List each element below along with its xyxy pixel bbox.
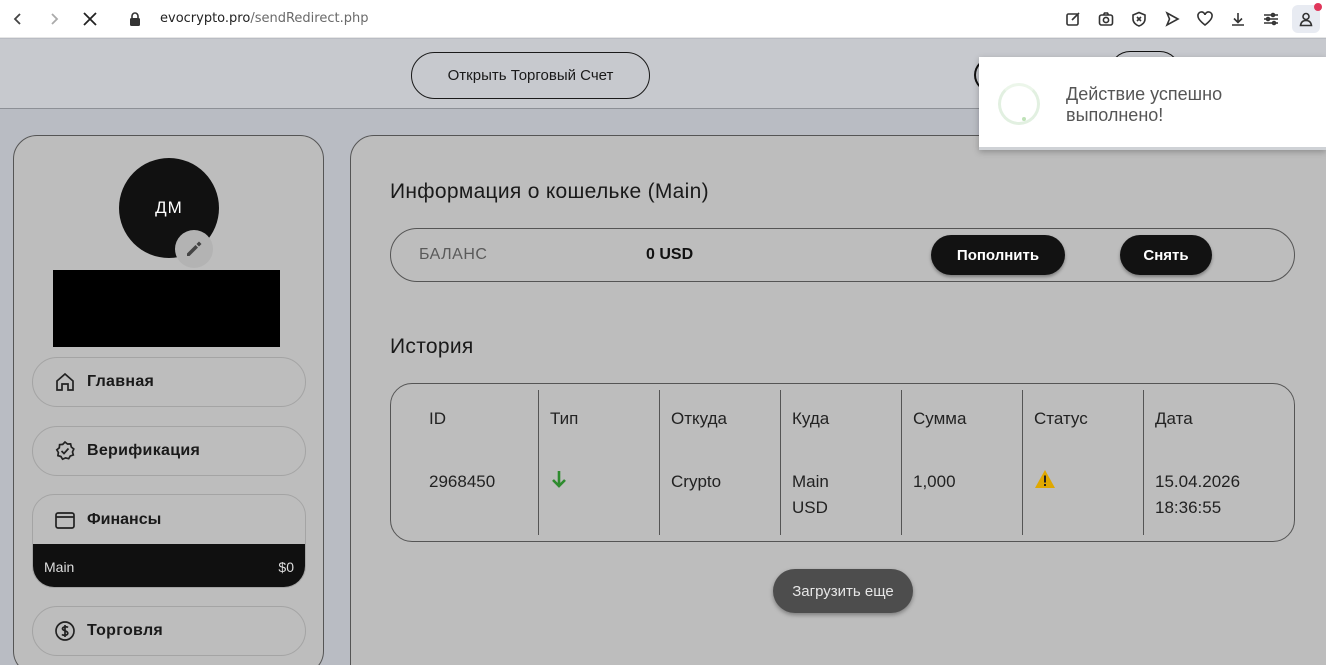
adblock-button[interactable]	[1122, 1, 1155, 37]
browser-tools	[1056, 0, 1326, 38]
sidebar-item-home[interactable]: Главная	[32, 357, 306, 407]
wallet-name: Main	[44, 558, 75, 575]
column-to: Куда Main USD	[781, 390, 902, 535]
back-button[interactable]	[0, 1, 36, 37]
screenshot-button[interactable]	[1089, 1, 1122, 37]
sidebar-item-label: Торговля	[87, 622, 164, 639]
cell-date-line2: 18:36:55	[1155, 498, 1222, 517]
column-header: Куда	[792, 409, 830, 428]
wallet-title: Информация о кошельке (Main)	[390, 180, 709, 203]
toast-line2: выполнено!	[1066, 105, 1164, 125]
user-icon	[1299, 12, 1313, 27]
warning-icon	[1034, 469, 1056, 497]
load-more-button[interactable]: Загрузить еще	[773, 569, 913, 613]
sidebar-item-label: Главная	[87, 373, 155, 390]
stop-loading-button[interactable]	[72, 1, 108, 37]
column-amount: Сумма 1,000	[902, 390, 1023, 535]
finance-header[interactable]: Финансы	[33, 495, 305, 544]
toast-line1: Действие успешно	[1066, 84, 1223, 104]
sidebar-item-finance[interactable]: Финансы Main $0	[32, 494, 306, 588]
sidebar-item-label: Верификация	[87, 442, 201, 459]
finance-wallet-main[interactable]: Main $0	[33, 544, 305, 587]
wallet-amount: $0	[278, 558, 294, 575]
history-title: История	[390, 335, 474, 358]
column-date: Дата 15.04.2026 18:36:55	[1144, 390, 1294, 535]
play-icon	[1164, 11, 1180, 27]
balance-bar: БАЛАНС 0 USD Пополнить Снять	[390, 228, 1295, 282]
cell-id: 2968450	[429, 472, 496, 491]
lock-icon	[130, 11, 140, 26]
address-bar[interactable]: evocrypto.pro/sendRedirect.php	[128, 4, 1008, 34]
spinner-icon	[998, 83, 1040, 125]
column-header: ID	[429, 409, 446, 428]
verified-badge-icon	[53, 439, 77, 463]
chevron-right-icon	[51, 12, 59, 25]
success-toast[interactable]: Действие успешно выполнено!	[979, 57, 1326, 150]
cell-from: Crypto	[671, 472, 722, 491]
column-header: Дата	[1155, 409, 1193, 428]
downloads-button[interactable]	[1221, 1, 1254, 37]
url-host: evocrypto.pro	[160, 11, 251, 26]
open-trading-account-button[interactable]: Открыть Торговый Счет	[411, 52, 650, 99]
settings-button[interactable]	[1254, 1, 1287, 37]
chevron-left-icon	[13, 12, 21, 25]
download-icon	[1231, 13, 1244, 26]
column-header: Сумма	[913, 409, 967, 428]
column-status: Статус	[1023, 390, 1144, 535]
arrow-down-icon	[550, 469, 568, 497]
balance-value: 0 USD	[646, 246, 694, 263]
cell-amount: 1,000	[913, 472, 956, 491]
send-button[interactable]	[1155, 1, 1188, 37]
column-header: Откуда	[671, 409, 727, 428]
balance-label: БАЛАНС	[419, 246, 488, 263]
column-id: ID 2968450	[418, 390, 539, 535]
edit-square-icon	[1065, 12, 1080, 26]
cell-to: Main USD	[792, 469, 829, 521]
notification-dot	[1314, 3, 1322, 11]
forward-button[interactable]	[36, 1, 72, 37]
edit-avatar-button[interactable]	[175, 230, 213, 268]
browser-toolbar: evocrypto.pro/sendRedirect.php	[0, 0, 1326, 38]
cell-date: 15.04.2026 18:36:55	[1155, 469, 1240, 521]
pencil-icon	[187, 241, 202, 256]
column-header: Тип	[550, 409, 579, 428]
cell-date-line1: 15.04.2026	[1155, 472, 1241, 491]
sidebar-item-label: Финансы	[87, 510, 162, 528]
sliders-icon	[1263, 12, 1278, 26]
favorites-button[interactable]	[1188, 1, 1221, 37]
close-icon	[83, 11, 97, 26]
profile-button[interactable]	[1292, 3, 1322, 33]
column-header: Статус	[1034, 409, 1088, 428]
sidebar-item-verification[interactable]: Верификация	[32, 426, 306, 476]
edit-page-button[interactable]	[1056, 1, 1089, 37]
wallet-card: Информация о кошельке (Main) БАЛАНС 0 US…	[350, 135, 1326, 665]
dollar-circle-icon	[53, 619, 77, 643]
history-table: ID 2968450 Тип Откуда Crypto Куда Main U…	[390, 383, 1295, 542]
deposit-button[interactable]: Пополнить	[931, 235, 1065, 275]
sidebar: ДМ Главная Верификация Финансы Main $0 Т	[13, 135, 324, 665]
wallet-icon	[53, 508, 77, 532]
withdraw-button[interactable]: Снять	[1120, 235, 1212, 275]
camera-icon	[1098, 12, 1113, 26]
home-icon	[53, 370, 77, 394]
url-path: /sendRedirect.php	[250, 11, 369, 26]
toast-message: Действие успешно выполнено!	[1066, 84, 1306, 126]
column-from: Откуда Crypto	[660, 390, 781, 535]
shield-x-icon	[1131, 11, 1146, 27]
cell-to-line1: Main	[792, 472, 829, 491]
user-name-redacted	[53, 270, 280, 347]
sidebar-item-trading[interactable]: Торговля	[32, 606, 306, 656]
cell-to-line2: USD	[792, 498, 828, 517]
heart-icon	[1196, 11, 1213, 27]
column-type: Тип	[539, 390, 660, 535]
